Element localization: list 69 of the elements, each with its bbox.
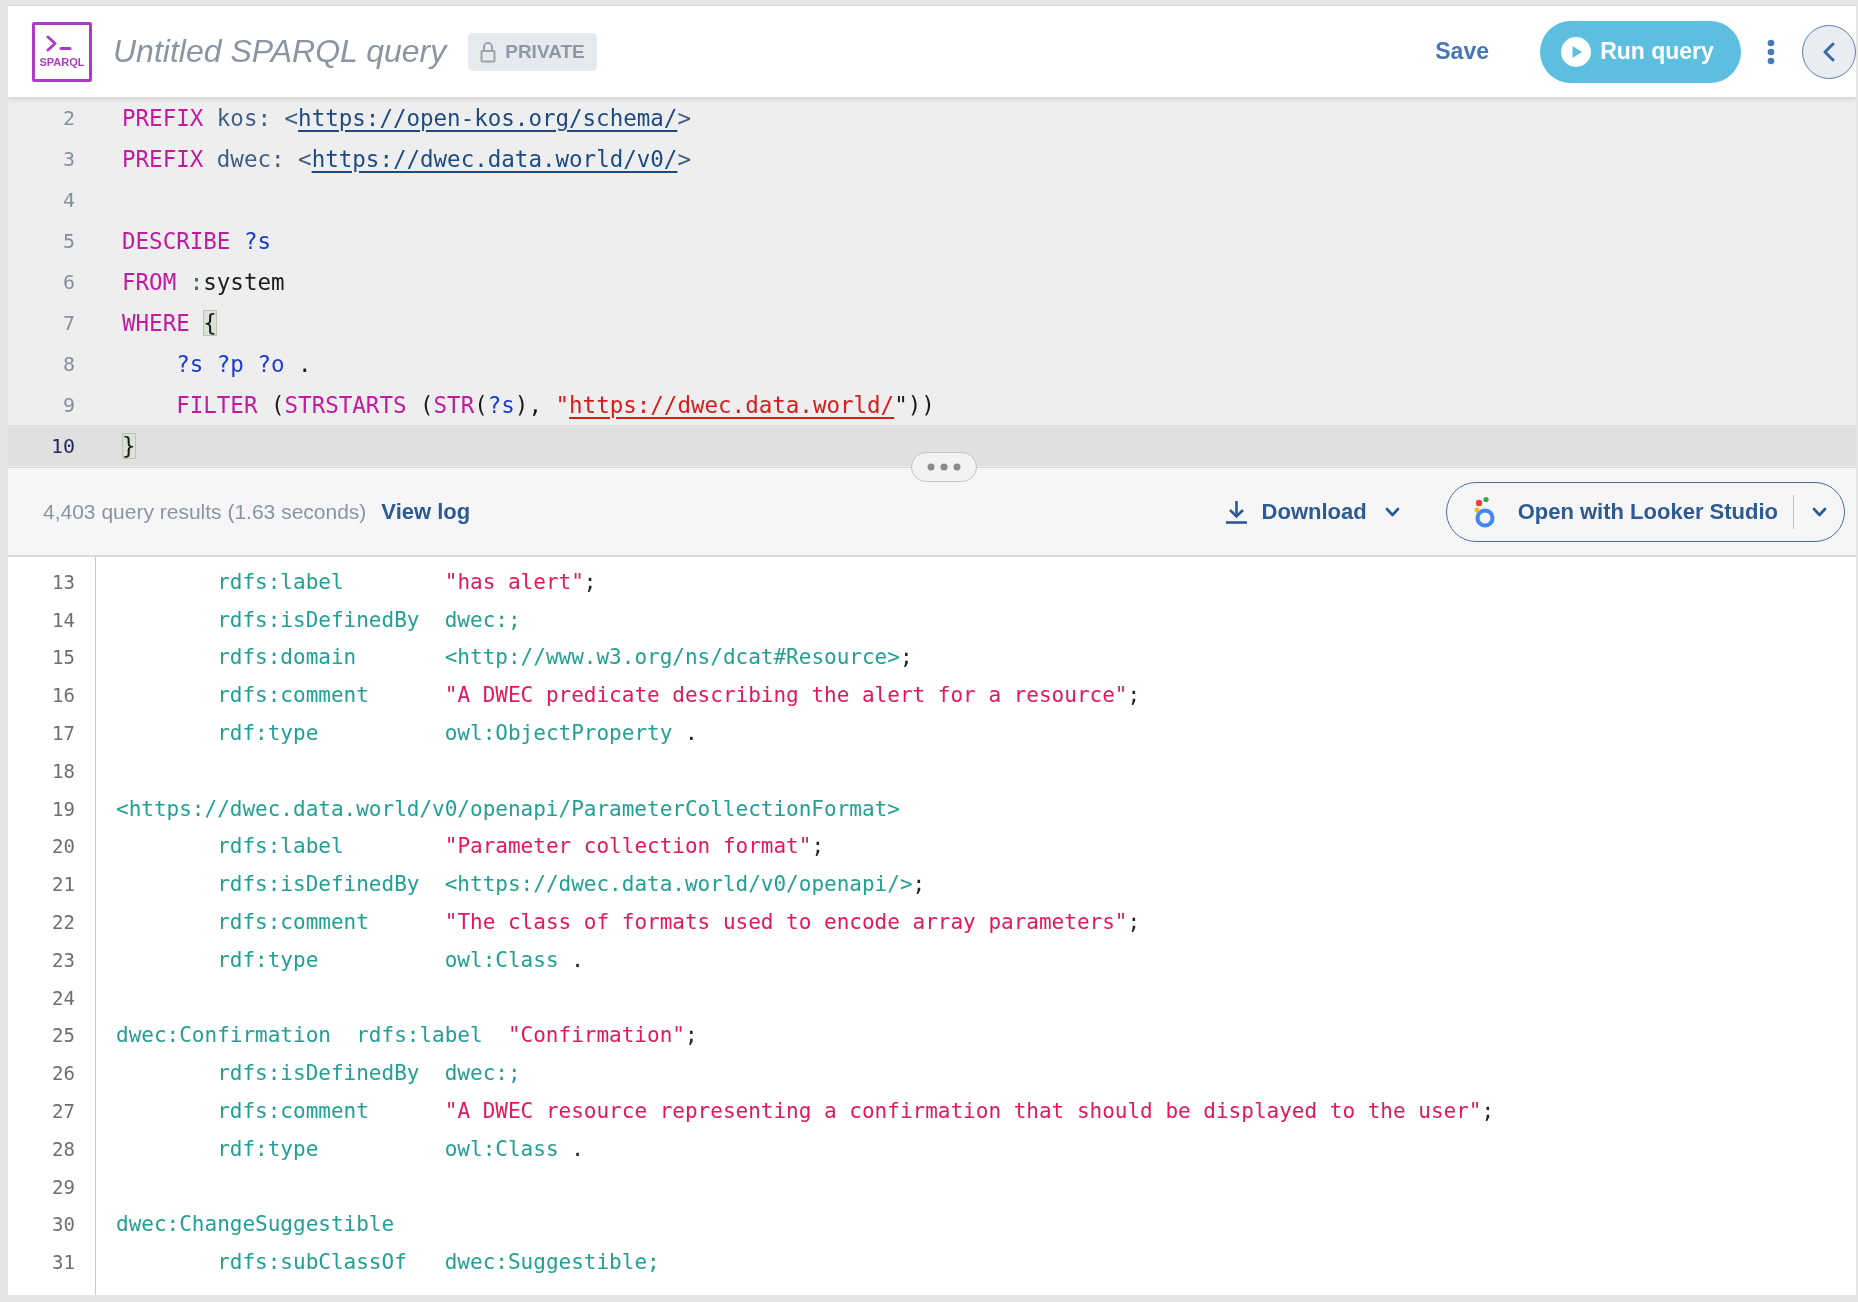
line-number: 3 xyxy=(61,146,75,171)
badge-label: PRIVATE xyxy=(505,40,585,63)
line-number: 29 xyxy=(51,1175,75,1198)
line-number: 21 xyxy=(51,873,75,896)
line-number: 30 xyxy=(51,1213,75,1236)
download-button[interactable]: Download xyxy=(1224,498,1400,525)
result-line: rdfs:comment "A DWEC predicate describing the alert for a resource"; xyxy=(217,683,1141,708)
results-summary: 4,403 query results (1.63 seconds) xyxy=(43,499,367,524)
download-icon xyxy=(1224,499,1248,524)
line-number: 27 xyxy=(51,1100,75,1123)
line-number: 10 xyxy=(49,433,75,458)
code-line: ?s ?p ?o . xyxy=(176,350,312,377)
result-line: rdfs:label "Parameter collection format"; xyxy=(217,834,825,859)
result-line: rdf:type owl:ObjectProperty . xyxy=(217,721,698,746)
result-line: dwec:Confirmation rdfs:label "Confirmation"; xyxy=(116,1023,698,1048)
line-number: 8 xyxy=(61,351,75,376)
result-line: rdf:type owl:Class . xyxy=(217,1136,584,1161)
line-number: 20 xyxy=(51,835,75,858)
chevron-down-icon xyxy=(1384,506,1400,517)
code-line: FILTER (STRSTARTS (STR(?s), "https://dwec.data.world/")) xyxy=(176,391,935,418)
resize-handle[interactable] xyxy=(911,452,977,482)
chevron-down-icon xyxy=(1811,506,1827,517)
code-line: DESCRIBE ?s xyxy=(122,227,271,254)
line-number: 28 xyxy=(51,1137,75,1160)
save-button[interactable]: Save xyxy=(1435,38,1489,65)
line-number: 5 xyxy=(61,228,75,253)
code-line: PREFIX kos: <https://open-kos.org/schema/> xyxy=(122,104,691,131)
result-line: rdfs:domain <http://www.w3.org/ns/dcat#Resource>; xyxy=(217,645,913,670)
code-line: PREFIX dwec: <https://dwec.data.world/v0/> xyxy=(122,145,691,172)
result-line: rdf:type owl:Class . xyxy=(217,947,584,972)
line-number: 25 xyxy=(51,1024,75,1047)
result-line: rdfs:isDefinedBy <https://dwec.data.world/v0/openapi/>; xyxy=(217,872,926,897)
prompt-icon xyxy=(46,35,72,52)
result-line: rdfs:subClassOf dwec:Suggestible; xyxy=(217,1250,660,1275)
result-line: rdfs:isDefinedBy dwec:; xyxy=(217,607,521,632)
result-line: rdfs:isDefinedBy dwec:; xyxy=(217,1061,521,1086)
line-number: 15 xyxy=(51,646,75,669)
line-number: 13 xyxy=(51,570,75,593)
line-number: 16 xyxy=(51,684,75,707)
open-looker-studio-button[interactable]: Open with Looker Studio xyxy=(1446,482,1793,541)
play-icon xyxy=(1561,36,1592,67)
line-number: 18 xyxy=(51,759,75,782)
line-number: 24 xyxy=(51,986,75,1009)
line-number: 14 xyxy=(51,608,75,631)
result-line: dwec:ChangeSuggestible xyxy=(116,1212,395,1237)
lock-icon xyxy=(480,40,497,63)
more-options-icon[interactable] xyxy=(1767,38,1775,65)
line-number: 2 xyxy=(61,105,75,130)
result-line: rdfs:label "has alert"; xyxy=(217,569,597,594)
grip-dots-icon xyxy=(927,463,961,471)
logo-label: SPARQL xyxy=(39,57,85,68)
line-number: 26 xyxy=(51,1062,75,1085)
collapse-button[interactable] xyxy=(1802,24,1856,79)
view-log-link[interactable]: View log xyxy=(381,498,471,525)
code-line: FROM :system xyxy=(122,268,285,295)
result-line: <https://dwec.data.world/v0/openapi/ParameterCollectionFormat> xyxy=(116,796,900,821)
line-number: 4 xyxy=(61,187,75,212)
result-line: rdfs:comment "The class of formats used to encode array parameters"; xyxy=(217,910,1141,935)
code-line: WHERE { xyxy=(122,309,217,336)
line-number: 7 xyxy=(61,310,75,335)
line-number: 23 xyxy=(51,948,75,971)
line-number: 22 xyxy=(51,911,75,934)
line-number: 9 xyxy=(61,392,75,417)
line-number: 6 xyxy=(61,269,75,294)
line-number: 17 xyxy=(51,722,75,745)
line-number: 31 xyxy=(51,1251,75,1274)
result-line: rdfs:comment "A DWEC resource representing a confirmation that should be displayed to the user"; xyxy=(217,1099,1495,1124)
line-number: 19 xyxy=(51,797,75,820)
chevron-left-icon xyxy=(1823,41,1835,62)
